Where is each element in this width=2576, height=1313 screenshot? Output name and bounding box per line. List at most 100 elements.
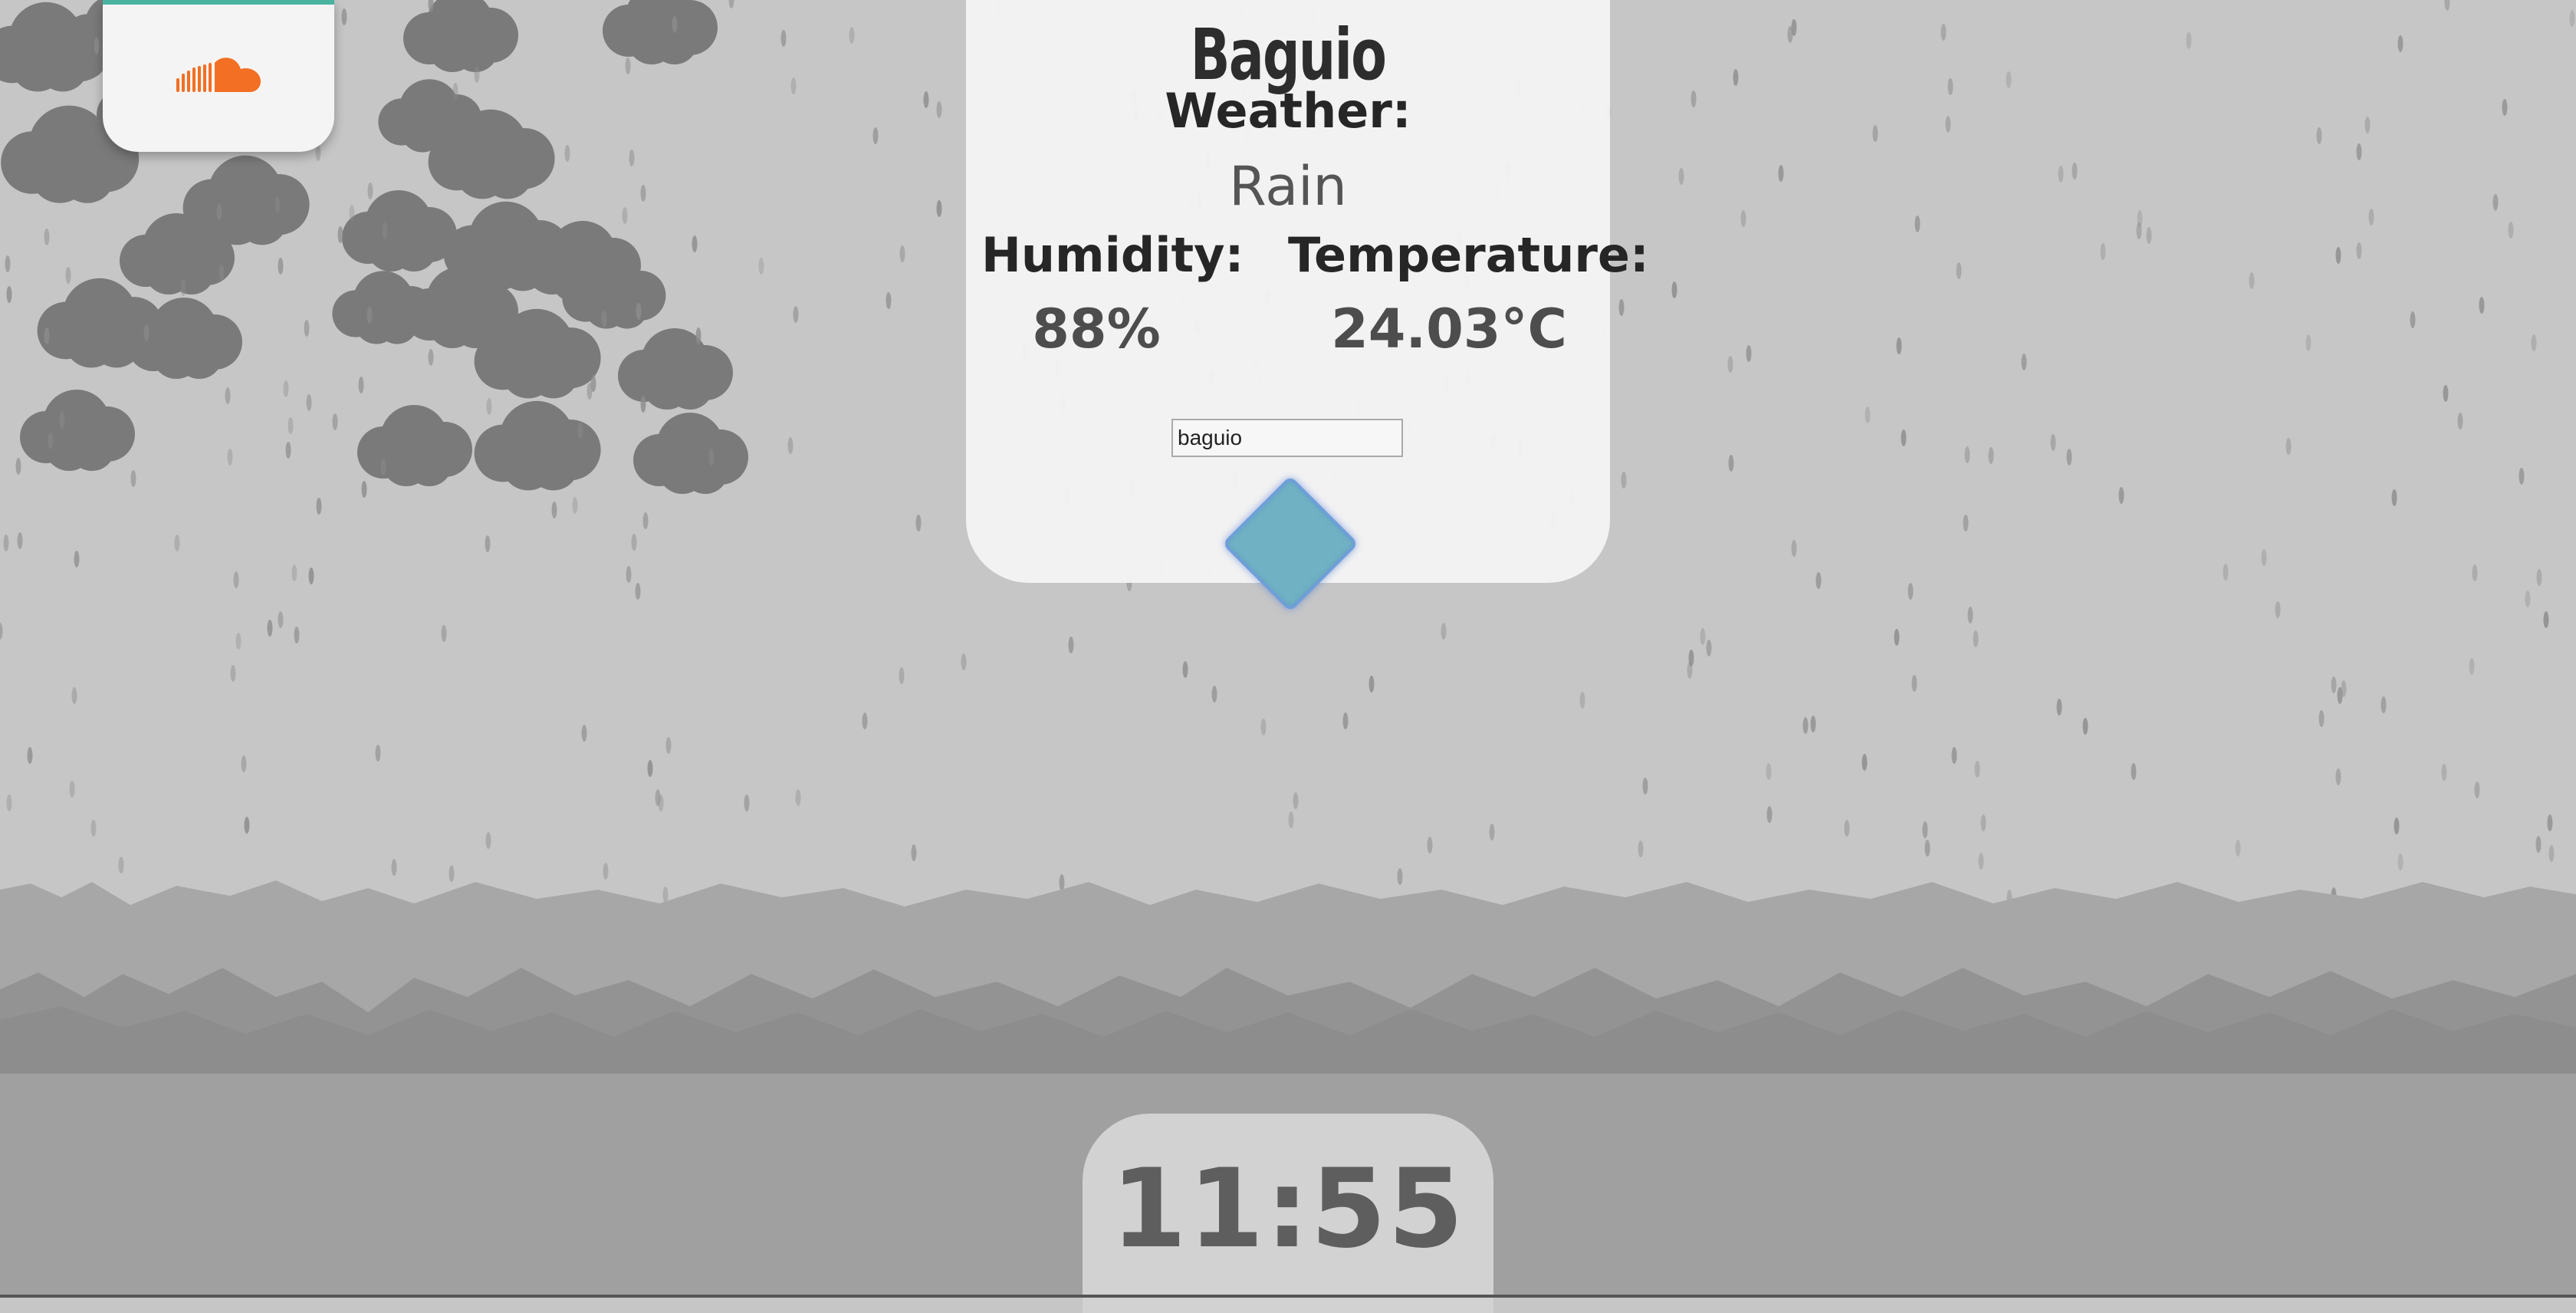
raindrop <box>1766 763 1772 780</box>
raindrop <box>2331 676 2337 693</box>
raindrop <box>1922 821 1928 838</box>
raindrop <box>658 795 664 811</box>
raindrop <box>2275 601 2281 618</box>
raindrop <box>2131 763 2137 780</box>
raindrop <box>241 755 247 772</box>
raindrop <box>2380 696 2387 713</box>
clock-panel: 11:55 <box>1083 1114 1493 1313</box>
raindrop <box>744 795 750 811</box>
raindrop <box>1810 716 1816 732</box>
raindrop <box>1911 675 1917 692</box>
raindrop <box>1945 116 1951 133</box>
soundcloud-icon[interactable] <box>176 54 262 101</box>
raindrop <box>306 394 312 411</box>
raindrop <box>1865 406 1871 423</box>
raindrop <box>1787 26 1793 43</box>
raindrop <box>1427 837 1433 854</box>
raindrop <box>2397 854 2404 870</box>
weather-condition: Rain <box>1229 155 1347 218</box>
raindrop <box>44 327 50 344</box>
raindrop <box>366 307 373 324</box>
raindrop <box>1896 337 1902 354</box>
raindrop <box>1740 210 1746 227</box>
raindrop <box>1791 540 1797 557</box>
raindrop <box>1342 712 1349 729</box>
raindrop <box>94 38 100 54</box>
raindrop <box>622 207 628 224</box>
raindrop <box>1182 661 1188 678</box>
raindrop <box>1618 299 1625 316</box>
raindrop <box>2356 143 2362 160</box>
raindrop <box>2066 449 2072 466</box>
raindrop <box>1059 874 1065 891</box>
raindrop <box>48 433 54 449</box>
raindrop <box>69 781 75 798</box>
raindrop <box>1288 811 1294 828</box>
raindrop <box>474 66 480 83</box>
raindrop <box>316 498 322 515</box>
raindrop <box>2368 209 2374 225</box>
raindrop <box>886 292 892 309</box>
raindrop <box>708 449 715 466</box>
raindrop <box>274 196 281 213</box>
weather-label: Weather: <box>1165 83 1411 139</box>
raindrop <box>278 611 284 628</box>
raindrop <box>278 258 284 275</box>
raindrop <box>2518 468 2525 485</box>
raindrop <box>872 127 879 144</box>
raindrop <box>1815 572 1822 589</box>
raindrop <box>2531 334 2537 351</box>
raindrop <box>601 311 607 327</box>
raindrop <box>180 279 186 296</box>
raindrop <box>2146 227 2152 244</box>
raindrop <box>2356 242 2362 259</box>
soundcloud-widget-tab[interactable] <box>103 0 334 152</box>
raindrop <box>1691 90 1697 107</box>
raindrop <box>2082 718 2088 735</box>
raindrop <box>1802 717 1809 734</box>
raindrop <box>2316 127 2322 144</box>
raindrop <box>1872 125 1878 142</box>
raindrop <box>130 470 136 487</box>
raindrop <box>71 687 77 704</box>
raindrop <box>635 583 641 600</box>
raindrop <box>2337 687 2343 704</box>
raindrop <box>626 566 632 583</box>
raindrop <box>341 8 347 25</box>
raindrop <box>2543 611 2549 628</box>
raindrop <box>118 857 124 874</box>
raindrop <box>936 101 942 118</box>
city-search-input[interactable] <box>1171 419 1403 457</box>
raindrop <box>1766 806 1773 823</box>
raindrop <box>2410 311 2416 328</box>
raindrop <box>899 667 905 684</box>
raindrop <box>267 620 273 637</box>
raindrop <box>2443 385 2449 402</box>
raindrop <box>640 185 646 202</box>
raindrop <box>283 380 289 397</box>
raindrop <box>5 255 11 272</box>
raindrop <box>59 411 65 428</box>
raindrop <box>1746 345 1752 362</box>
raindrop <box>1638 841 1644 857</box>
raindrop <box>6 286 12 303</box>
raindrop <box>2536 569 2542 586</box>
raindrop <box>849 27 855 44</box>
raindrop <box>787 437 794 454</box>
raindrop <box>219 265 225 281</box>
raindrop <box>923 91 929 108</box>
raindrop <box>44 229 50 245</box>
raindrop <box>2249 272 2255 289</box>
raindrop <box>304 320 310 337</box>
raindrop <box>647 760 653 777</box>
raindrop <box>1778 165 1784 182</box>
raindrop <box>2305 334 2312 351</box>
raindrop <box>2136 222 2142 239</box>
raindrop <box>3 535 9 551</box>
raindrop <box>2058 166 2064 183</box>
raindrop <box>636 303 642 320</box>
raindrop <box>2285 438 2292 455</box>
raindrop <box>1894 629 1900 646</box>
raindrop <box>899 245 905 262</box>
raindrop <box>244 817 250 834</box>
